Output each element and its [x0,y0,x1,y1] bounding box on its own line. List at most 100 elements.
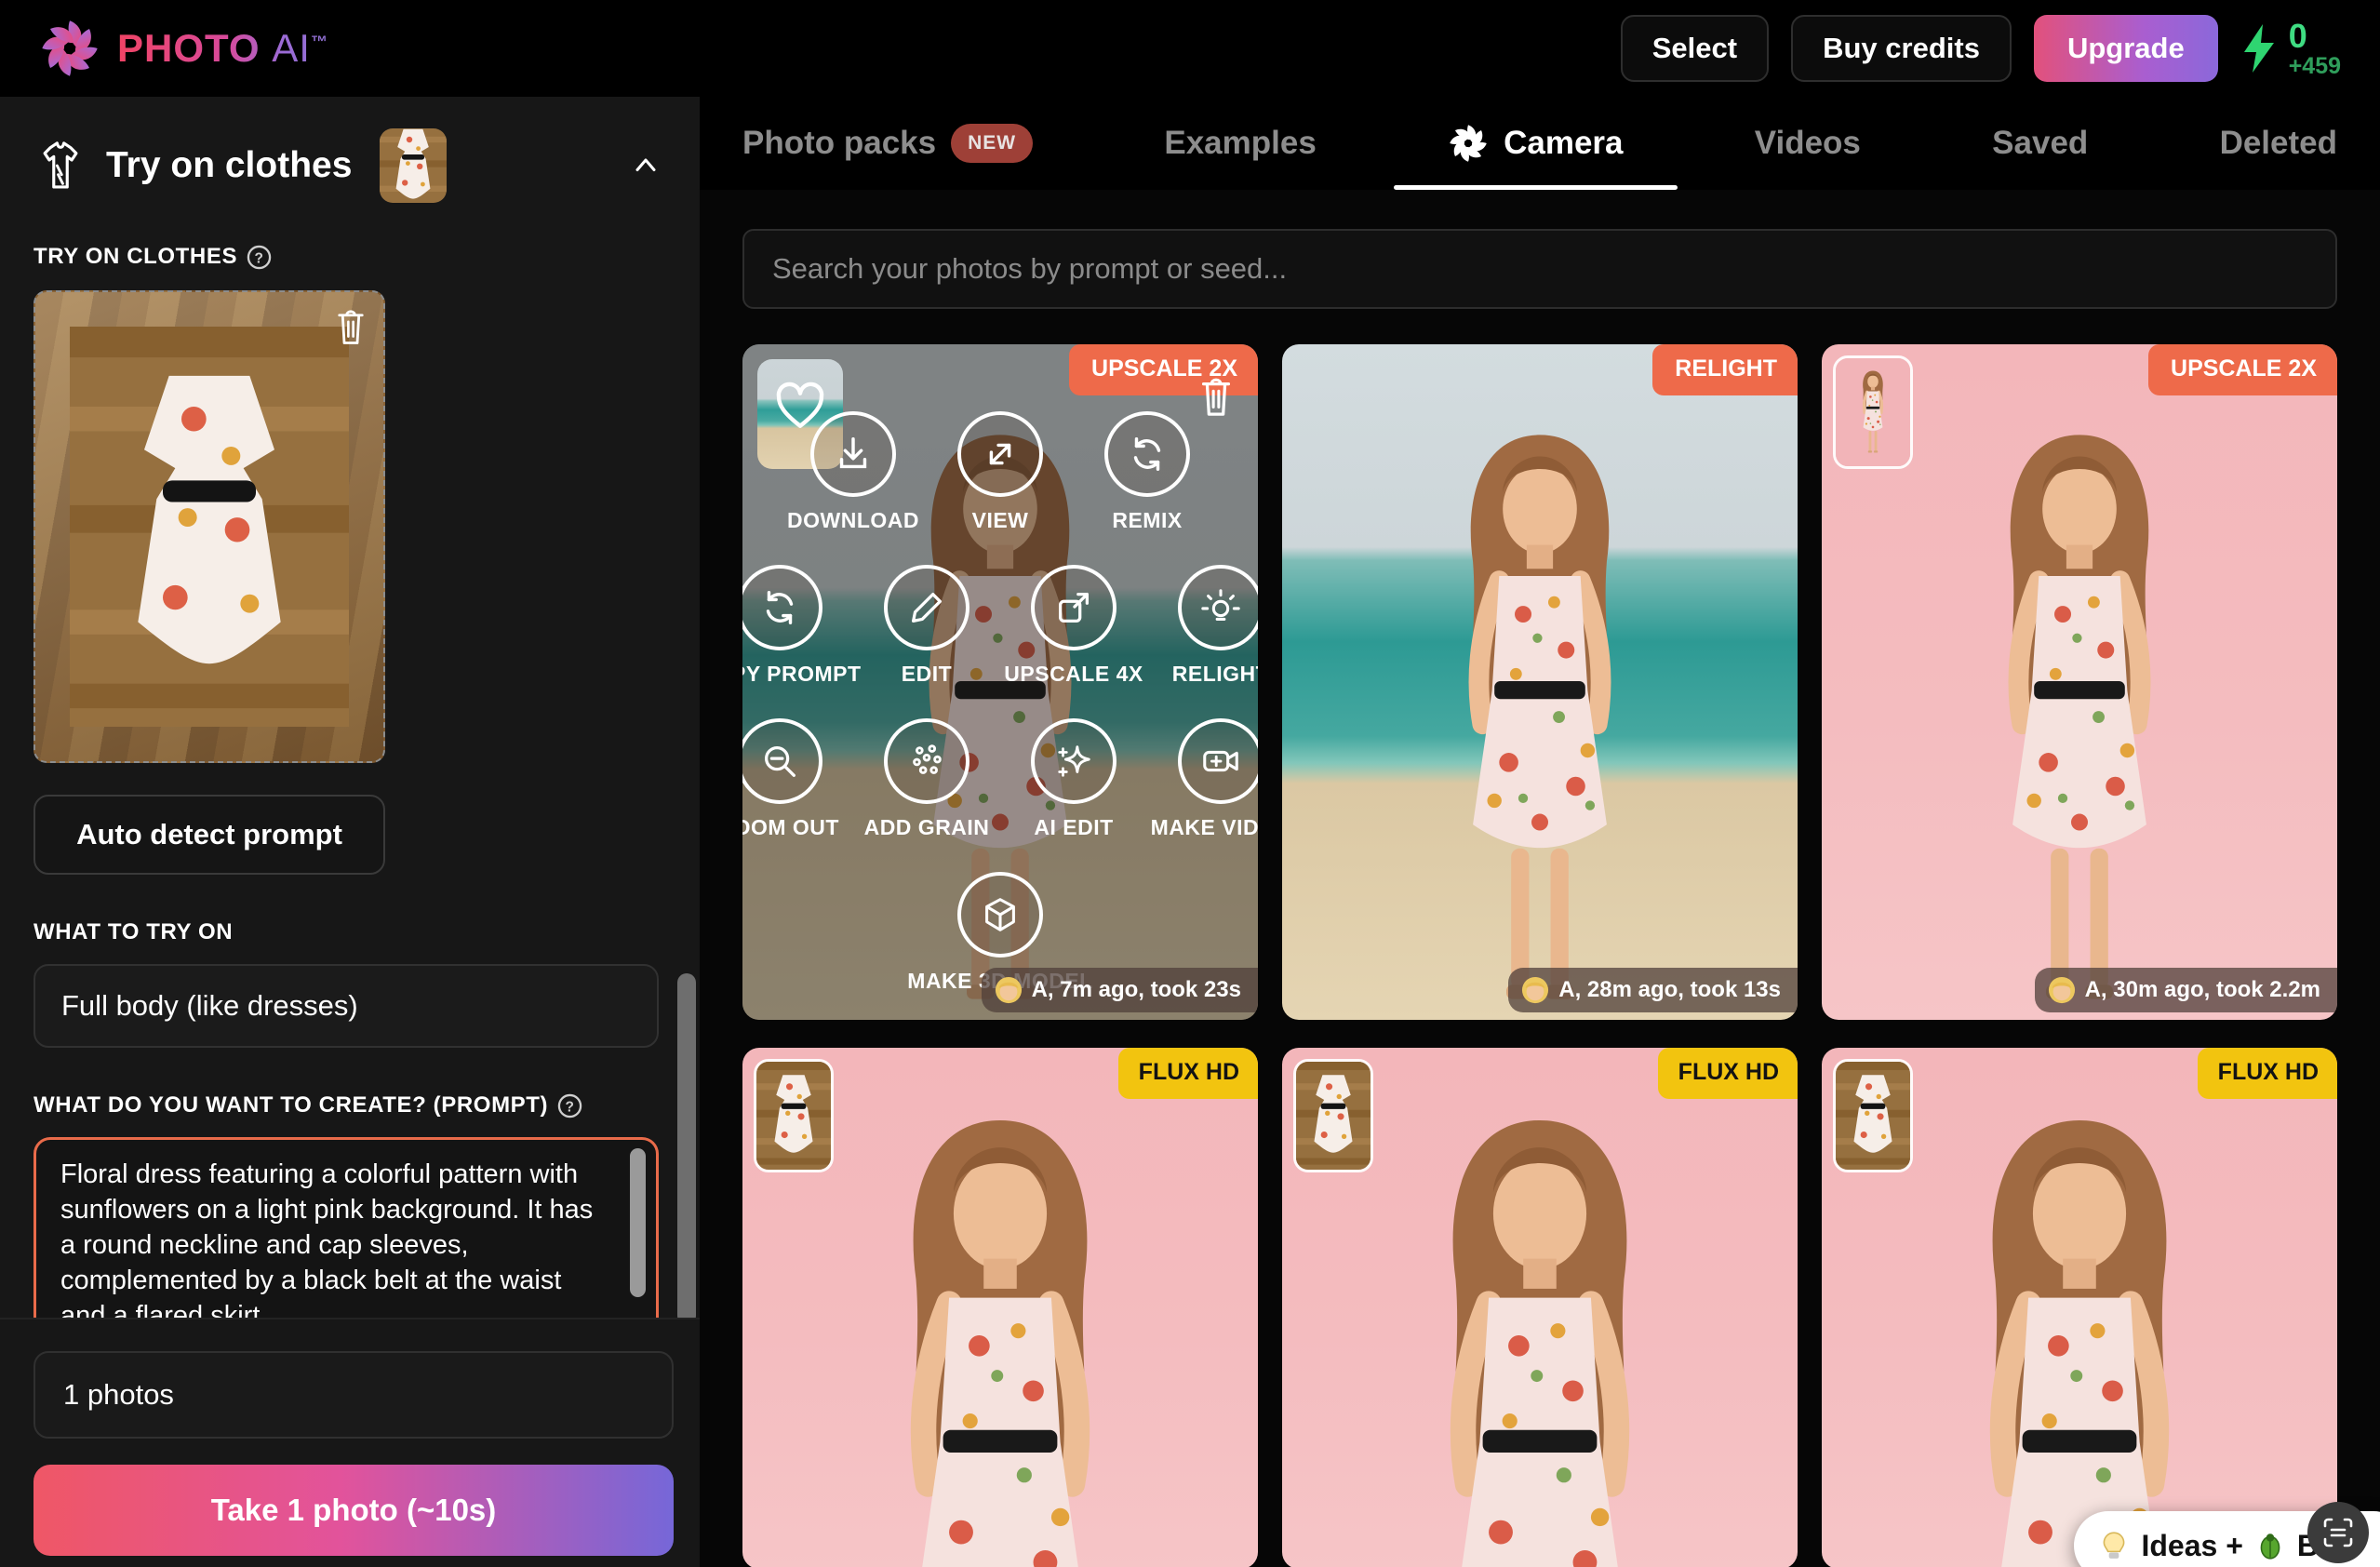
tab-photo-packs[interactable]: Photo packsNEW [742,97,1033,190]
source-thumbnail[interactable] [1833,355,1913,469]
panel-thumbnail [380,128,447,203]
try-on-clothes-section-label: TRY ON CLOTHES ? [33,244,662,270]
source-thumbnail[interactable] [754,1059,834,1172]
photo-actions-overlay: DOWNLOAD VIEW REMIX [742,344,1258,1020]
screenshot-scan-button[interactable] [2307,1502,2369,1563]
photo-meta-stamp: A, 7m ago, took 23s [982,968,1258,1012]
help-icon[interactable]: ? [557,1093,582,1118]
dress-photo [70,327,349,727]
photo-meta-stamp: A, 30m ago, took 2.2m [2035,968,2337,1012]
lightbulb-icon [1199,586,1242,629]
tab-saved[interactable]: Saved [1992,97,2088,190]
cube-icon [979,893,1022,936]
camera-tab-icon [1448,123,1489,164]
model-figure [1409,404,1672,1020]
view-action[interactable]: VIEW [945,411,1055,533]
avatar-emoji [995,976,1023,1004]
lightning-bolt-icon [2240,22,2278,74]
flux-hd-badge: FLUX HD [2198,1048,2337,1099]
model-figure [1914,1081,2244,1567]
prompt-textarea[interactable] [33,1137,659,1318]
zoom-out-action[interactable]: ZOOM OUT [742,718,835,840]
photo-meta-stamp: A, 28m ago, took 13s [1508,968,1798,1012]
flux-hd-badge: FLUX HD [1118,1048,1258,1099]
tab-deleted[interactable]: Deleted [2220,97,2337,190]
try-on-type-select[interactable]: Full body (like dresses) [33,964,659,1048]
try-on-clothes-panel-header[interactable]: Try on clothes [33,128,662,203]
what-to-try-on-label: WHAT TO TRY ON [33,919,662,945]
sync-icon [758,586,801,629]
wordmark: PHOTO AI™ [117,26,328,71]
credits-indicator[interactable]: 0 +459 [2240,19,2341,78]
bug-emoji-icon [2254,1530,2286,1561]
expand-icon [979,433,1022,475]
scan-icon [2321,1516,2355,1549]
download-action[interactable]: DOWNLOAD [798,411,908,533]
download-icon [832,433,875,475]
panel-title: Try on clothes [106,145,352,186]
edit-action[interactable]: EDIT [872,565,982,687]
source-thumbnail[interactable] [1293,1059,1373,1172]
top-bar: PHOTO AI™ Select Buy credits Upgrade 0 +… [0,0,2380,97]
photo-card-5[interactable]: FLUX HD [1282,1048,1798,1567]
photos-count-select[interactable]: 1 photos [33,1351,674,1439]
ai-edit-action[interactable]: AI EDIT [1019,718,1129,840]
zoom-out-icon [758,740,801,783]
copy-prompt-action[interactable]: COPY PROMPT [742,565,835,687]
prompt-label: WHAT DO YOU WANT TO CREATE? (PROMPT) ? [33,1092,662,1118]
model-figure [1374,1081,1705,1567]
main-content: Photo packsNEW Examples Camera Videos Sa… [700,97,2380,1567]
photo-card-6[interactable]: FLUX HD [1822,1048,2337,1567]
avatar-emoji [1521,976,1549,1004]
select-button[interactable]: Select [1621,15,1769,82]
video-camera-icon [1199,740,1242,783]
search-bar [742,229,2337,309]
take-photo-button[interactable]: Take 1 photo (~10s) [33,1465,674,1556]
help-icon[interactable]: ? [247,245,272,270]
photo-ai-logo-icon [39,18,100,79]
tab-camera[interactable]: Camera [1448,97,1623,190]
remix-action[interactable]: REMIX [1092,411,1202,533]
model-figure [1948,404,2212,1020]
svg-text:?: ? [566,1099,575,1115]
brand-logo[interactable]: PHOTO AI™ [39,18,328,79]
uploaded-clothes-image[interactable] [33,290,385,763]
credit-delta: +459 [2289,54,2341,78]
top-actions: Select Buy credits Upgrade 0 +459 [1621,15,2341,82]
photo-card-1[interactable]: UPSCALE 2X DOWNLOAD VIEW [742,344,1258,1020]
grain-dots-icon [905,740,948,783]
generated-photo [1282,344,1798,1020]
prompt-scrollbar-thumb[interactable] [630,1148,646,1297]
buy-credits-button[interactable]: Buy credits [1791,15,2012,82]
refresh-icon [1126,433,1169,475]
chevron-up-icon[interactable] [629,149,662,182]
remove-clothes-image-button[interactable] [331,305,370,351]
relight-badge: RELIGHT [1652,344,1798,395]
lightbulb-emoji-icon [2098,1530,2130,1561]
relight-action[interactable]: RELIGHT [1166,565,1258,687]
photo-card-2[interactable]: RELIGHT A, 28m ago, took 13s [1282,344,1798,1020]
make-video-action[interactable]: MAKE VIDEO [1166,718,1258,840]
sidebar: Try on clothes TRY ON CLOTHES ? Auto det… [0,97,700,1567]
tab-videos[interactable]: Videos [1755,97,1861,190]
flux-hd-badge: FLUX HD [1658,1048,1798,1099]
upscale-icon [1052,586,1095,629]
trash-icon [1195,372,1237,421]
upgrade-button[interactable]: Upgrade [2034,15,2218,82]
tab-examples[interactable]: Examples [1164,97,1316,190]
delete-photo-button[interactable] [1195,372,1237,423]
sidebar-scrollbar-thumb[interactable] [677,973,696,1325]
search-input[interactable] [742,229,2337,309]
upscale-4x-action[interactable]: UPSCALE 4X [1019,565,1129,687]
photo-card-3[interactable]: UPSCALE 2X A, 30m ago, took 2.2m [1822,344,2337,1020]
new-badge: NEW [951,124,1033,163]
photo-card-4[interactable]: FLUX HD [742,1048,1258,1567]
credit-count: 0 [2289,19,2307,54]
add-grain-action[interactable]: ADD GRAIN [872,718,982,840]
tab-bar: Photo packsNEW Examples Camera Videos Sa… [700,97,2380,190]
auto-detect-prompt-button[interactable]: Auto detect prompt [33,795,385,875]
sparkle-icon [1052,740,1095,783]
source-thumbnail[interactable] [1833,1059,1913,1172]
upscale-badge: UPSCALE 2X [2148,344,2337,395]
trash-icon [331,305,370,348]
